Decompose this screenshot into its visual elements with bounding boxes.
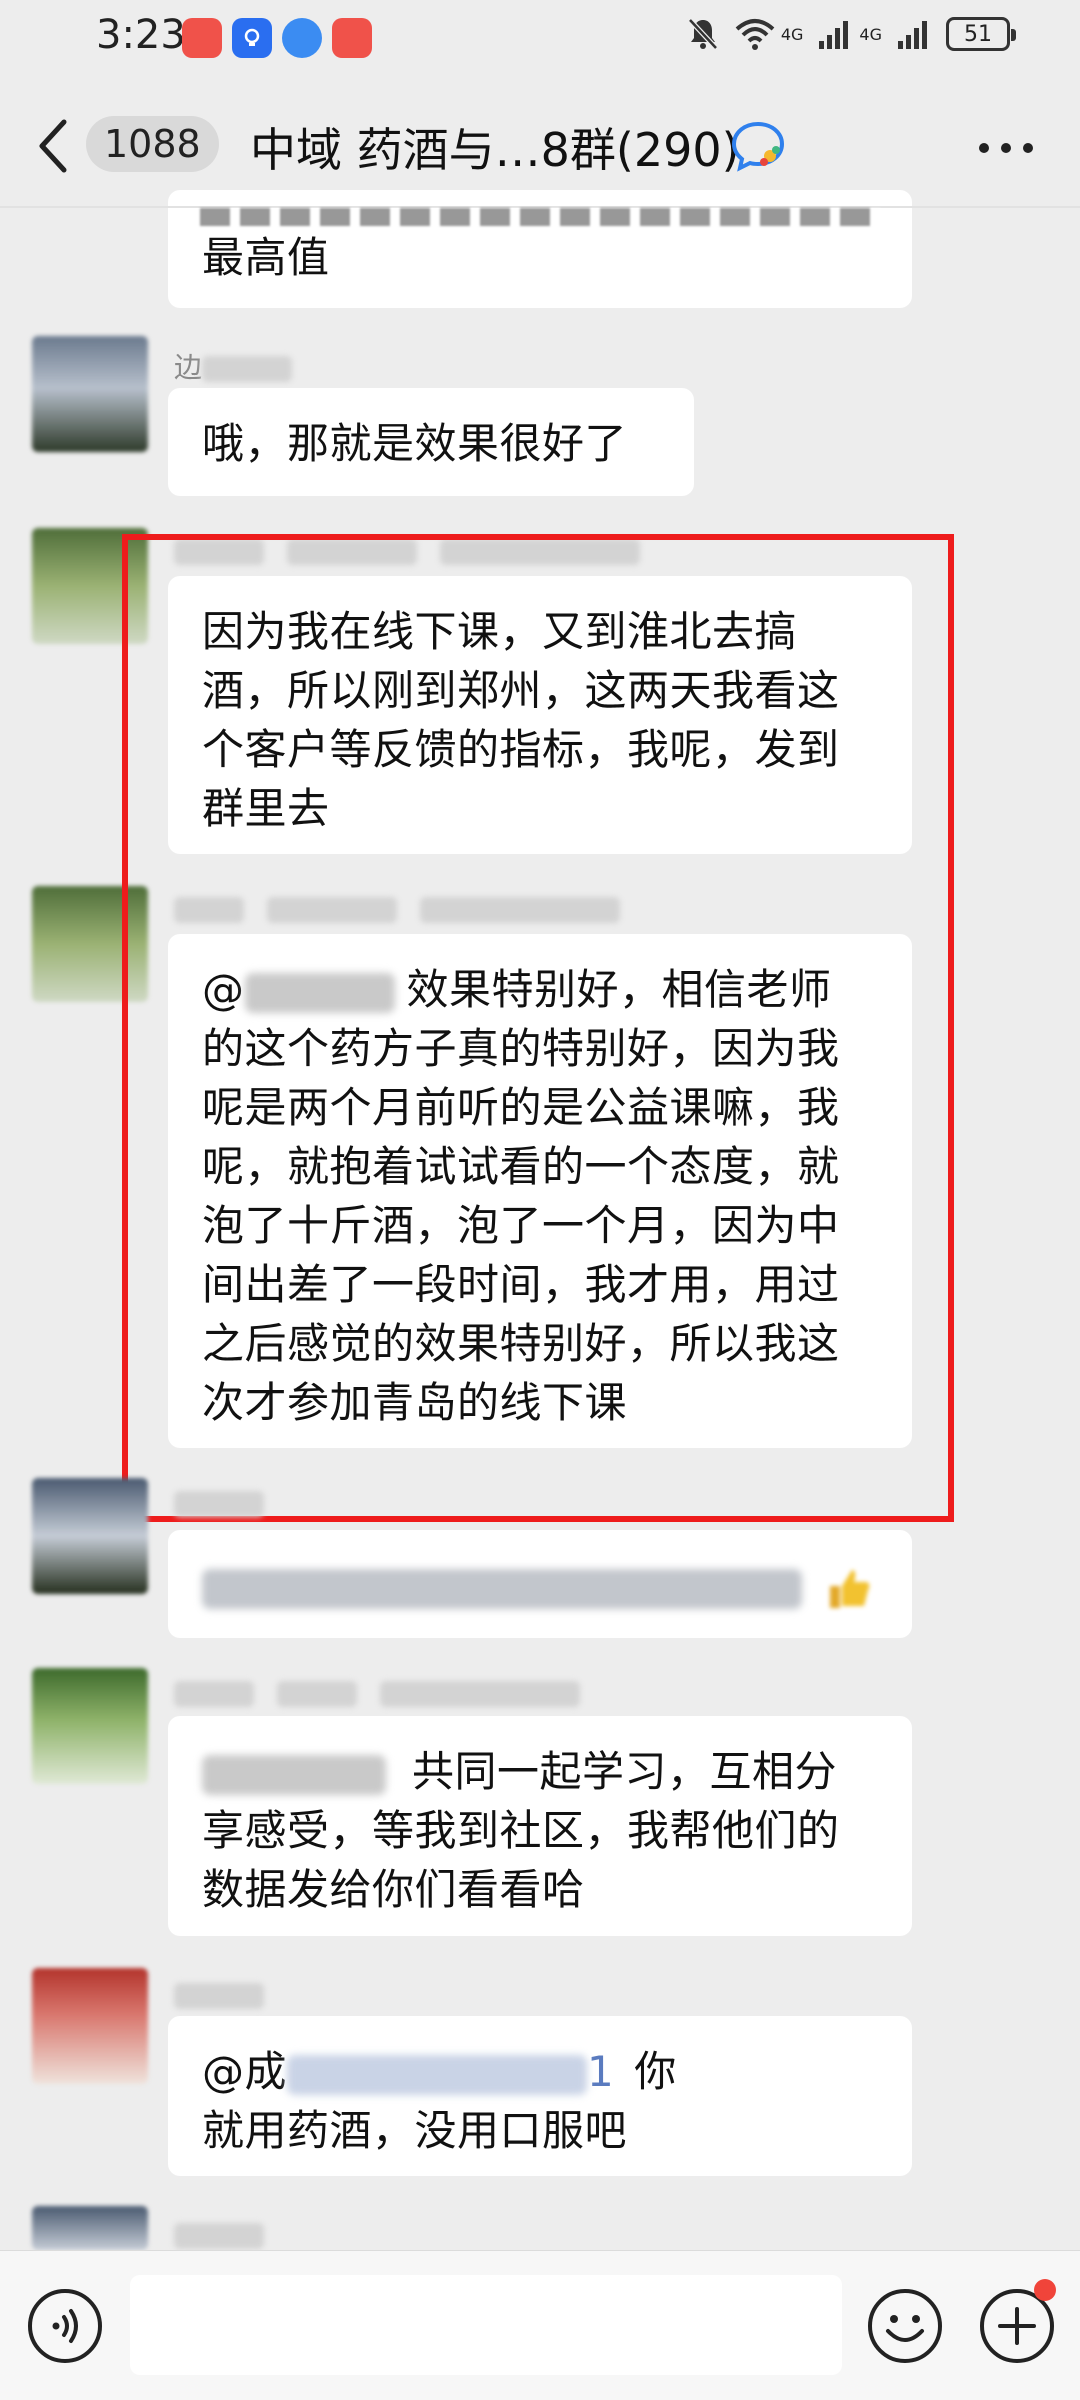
message-text: 你 bbox=[634, 2047, 677, 2096]
message-text: 之后感觉的效果特别好，所以我这 bbox=[202, 1319, 840, 1368]
avatar[interactable] bbox=[32, 336, 148, 452]
message-bubble[interactable]: @成 1 你 就用药酒，没用口服吧 bbox=[168, 2016, 912, 2176]
avatar[interactable] bbox=[32, 528, 148, 644]
message-text: 共同一起学习，互相分 bbox=[412, 1747, 838, 1796]
avatar[interactable] bbox=[32, 886, 148, 1002]
notification-dot bbox=[1034, 2279, 1056, 2301]
clipped-text-strip bbox=[200, 208, 880, 226]
huawei-app-icon bbox=[182, 18, 222, 58]
voice-input-icon[interactable] bbox=[26, 2287, 104, 2365]
message-text: 哦，那就是效果很好了 bbox=[202, 419, 628, 468]
signal-icon-1 bbox=[819, 21, 849, 49]
message-bubble[interactable]: @ 效果特别好，相信老师 的这个药方子真的特别好，因为我 呢是两个月前听的是公益课… bbox=[168, 934, 912, 1448]
message-text-with-mention: @成 1 你 bbox=[202, 2042, 878, 2101]
status-bar: 3:23 4G 4G 51 bbox=[0, 0, 1080, 80]
message-text: 呢，就抱着试试看的一个态度，就 bbox=[202, 1142, 840, 1191]
huawei-app-icon-2 bbox=[332, 18, 372, 58]
message-input[interactable] bbox=[130, 2275, 842, 2375]
message-text: 个客户等反馈的指标，我呢，发到 bbox=[202, 725, 840, 774]
chat-header: 1088 中域 药酒与…8群(290) bbox=[0, 80, 1080, 208]
sender-name bbox=[174, 1676, 580, 1709]
message-text: 群里去 bbox=[202, 784, 330, 833]
message-bubble[interactable] bbox=[168, 1530, 912, 1638]
back-arrow-icon[interactable] bbox=[34, 116, 74, 176]
bulb-app-icon bbox=[232, 18, 272, 58]
message-text: 酒，所以刚到郑州，这两天我看这 bbox=[202, 666, 840, 715]
mention-name-blurred bbox=[287, 2054, 588, 2095]
message-bubble[interactable]: 哦，那就是效果很好了 bbox=[168, 388, 694, 496]
mention-name-blurred bbox=[202, 1754, 386, 1795]
unread-count-badge[interactable]: 1088 bbox=[86, 116, 219, 172]
avatar[interactable] bbox=[32, 1668, 148, 1784]
sender-name bbox=[174, 534, 640, 567]
mute-bell-icon bbox=[688, 18, 718, 50]
message-text: 因为我在线下课，又到淮北去搞 bbox=[202, 607, 798, 656]
message-text: 数据发给你们看看哈 bbox=[202, 1865, 585, 1914]
message-text: 呢是两个月前听的是公益课嘛，我 bbox=[202, 1083, 840, 1132]
battery-icon: 51 bbox=[946, 17, 1016, 51]
chat-screen: 3:23 4G 4G 51 1088 中域 药酒与…8群(290) 最高值 边 … bbox=[0, 0, 1080, 2400]
message-text: 享感受，等我到社区，我帮他们的 bbox=[202, 1806, 840, 1855]
blurred-message-content bbox=[202, 1568, 802, 1609]
mention-suffix: 1 bbox=[587, 2047, 615, 2096]
sender-name: 边 bbox=[174, 346, 293, 386]
status-right-icons: 4G 4G 51 bbox=[671, 16, 1016, 52]
mention-at: @ bbox=[202, 965, 245, 1014]
message-text-with-mention: 共同一起学习，互相分 bbox=[202, 1742, 878, 1801]
signal-icon-2 bbox=[898, 21, 927, 49]
status-time: 3:23 bbox=[96, 12, 186, 58]
message-text: 泡了十斤酒，泡了一个月，因为中 bbox=[202, 1201, 840, 1250]
message-text: 次才参加青岛的线下课 bbox=[202, 1378, 628, 1427]
message-text: 就用药酒，没用口服吧 bbox=[202, 2106, 628, 2155]
more-options-icon[interactable] bbox=[976, 138, 1036, 158]
mention-name-blurred bbox=[244, 972, 395, 1013]
avatar[interactable] bbox=[32, 1968, 148, 2084]
battery-level: 51 bbox=[964, 21, 992, 47]
message-bubble[interactable]: 因为我在线下课，又到淮北去搞 酒，所以刚到郑州，这两天我看这 个客户等反馈的指标… bbox=[168, 576, 912, 854]
message-text: 的这个药方子真的特别好，因为我 bbox=[202, 1024, 840, 1073]
message-text-with-mention: @ 效果特别好，相信老师 bbox=[202, 960, 878, 1019]
sender-name bbox=[174, 2218, 264, 2251]
status-app-icons bbox=[182, 18, 382, 58]
network-type-1: 4G bbox=[780, 24, 804, 44]
browser-app-icon bbox=[282, 18, 322, 58]
mention-at: @成 bbox=[202, 2047, 288, 2096]
chat-title[interactable]: 中域 药酒与…8群(290) bbox=[250, 114, 740, 180]
message-text: 间出差了一段时间，我才用，用过 bbox=[202, 1260, 840, 1309]
emoji-icon[interactable] bbox=[866, 2287, 944, 2365]
message-bubble[interactable]: 共同一起学习，互相分 享感受，等我到社区，我帮他们的 数据发给你们看看哈 bbox=[168, 1716, 912, 1936]
message-input-bar bbox=[0, 2250, 1080, 2400]
message-text: 效果特别好，相信老师 bbox=[406, 965, 832, 1014]
avatar[interactable] bbox=[32, 2206, 148, 2250]
enterprise-group-icon bbox=[731, 121, 785, 172]
message-text: 最高值 bbox=[202, 233, 330, 282]
wifi-icon bbox=[735, 19, 775, 50]
sender-name bbox=[174, 1486, 264, 1519]
network-type-2: 4G bbox=[859, 24, 882, 44]
sender-name bbox=[174, 892, 620, 925]
sender-name bbox=[174, 1978, 264, 2011]
thumbs-up-icon bbox=[826, 1566, 872, 1612]
avatar[interactable] bbox=[32, 1478, 148, 1594]
